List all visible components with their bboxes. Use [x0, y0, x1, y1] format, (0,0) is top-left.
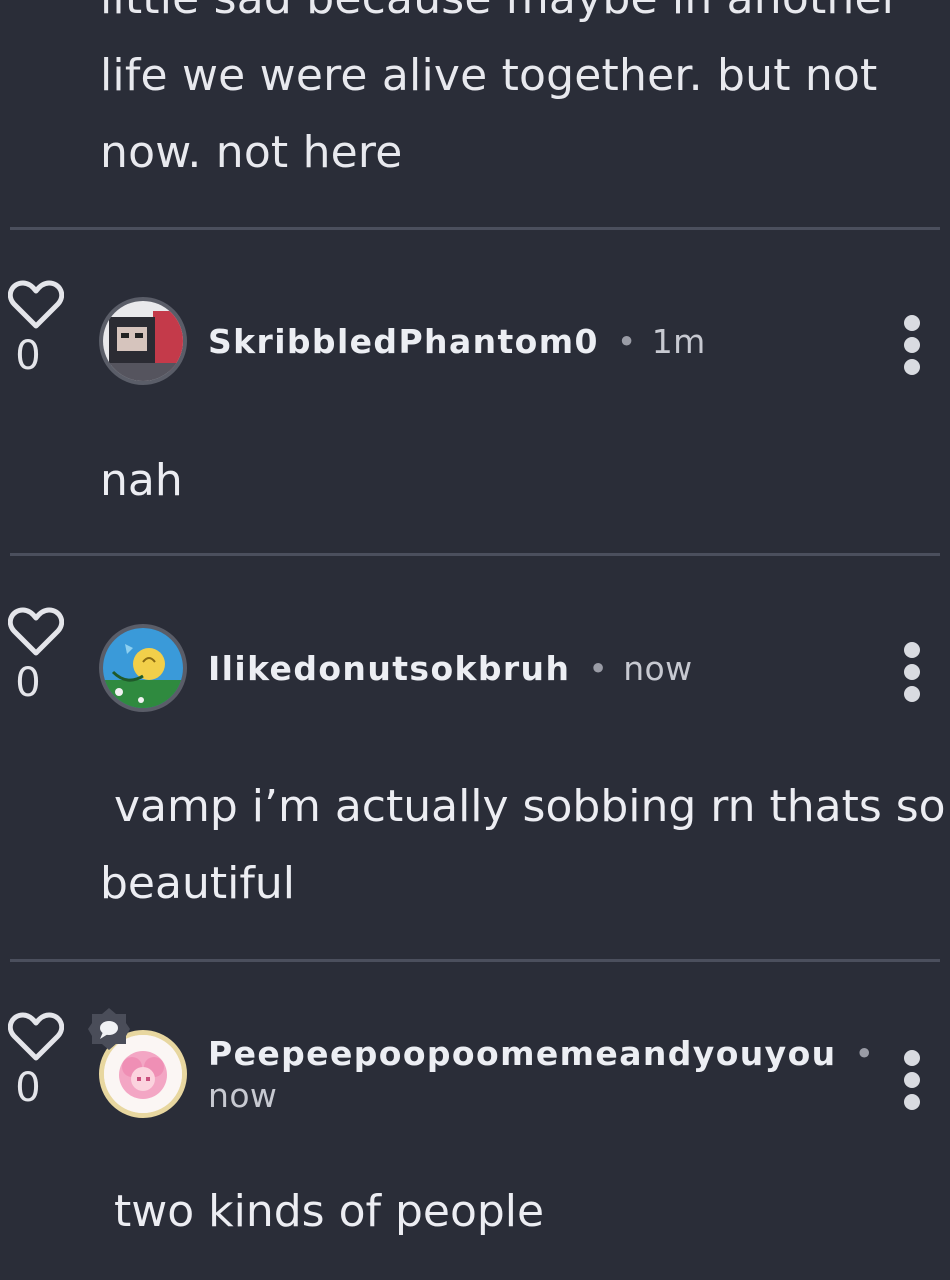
comment-text-line: nah — [100, 455, 183, 506]
user-avatar[interactable] — [99, 297, 187, 385]
more-vertical-icon[interactable] — [900, 315, 924, 381]
timestamp: now — [623, 649, 693, 688]
comment-divider — [10, 227, 940, 230]
comment-text-line: beautiful — [100, 858, 295, 909]
comment-body: two kinds of people — [100, 1173, 920, 1250]
comment-body: vamp i’m actually sobbing rn thats so be… — [100, 768, 946, 922]
vote-control: 0 — [8, 1012, 64, 1108]
username-link[interactable]: SkribbledPhantom0 — [208, 322, 599, 361]
comment-divider — [10, 959, 940, 962]
previous-comment-body: little sad because maybe in another life… — [100, 0, 900, 191]
comment-header: SkribbledPhantom0 • 1m — [208, 322, 706, 361]
username-link[interactable]: Peepeepoopoomemeandyouyou — [208, 1034, 837, 1073]
comment-divider — [10, 553, 940, 556]
vote-control: 0 — [8, 607, 64, 703]
user-avatar[interactable] — [99, 624, 187, 712]
vote-count: 0 — [15, 333, 41, 379]
chat-bubble-badge-icon — [86, 1006, 132, 1052]
more-vertical-icon[interactable] — [900, 1050, 924, 1116]
comment-header: Ilikedonutsokbruh • now — [208, 649, 693, 688]
comment-text-line: vamp i’m actually sobbing rn thats so — [100, 781, 946, 832]
vote-count: 0 — [15, 1065, 41, 1111]
comment-text-line: now. not here — [100, 127, 403, 178]
username-link[interactable]: Ilikedonutsokbruh — [208, 649, 570, 688]
comments-feed: little sad because maybe in another life… — [0, 0, 950, 1280]
heart-outline-icon[interactable] — [8, 280, 64, 330]
separator-dot: • — [588, 649, 610, 688]
separator-dot: • — [854, 1034, 876, 1073]
comment-text-line: two kinds of people — [100, 1186, 545, 1237]
heart-outline-icon[interactable] — [8, 1012, 64, 1062]
comment-header: Peepeepoopoomemeandyouyou • — [208, 1034, 889, 1073]
heart-outline-icon[interactable] — [8, 607, 64, 657]
more-vertical-icon[interactable] — [900, 642, 924, 708]
comment-text-line: life we were alive together. but not — [100, 50, 878, 101]
separator-dot: • — [616, 322, 638, 361]
timestamp: now — [208, 1076, 278, 1115]
comment-text-line: little sad because maybe in another — [100, 0, 900, 37]
vote-count: 0 — [15, 660, 41, 706]
comment-body: nah — [100, 442, 920, 519]
timestamp: 1m — [651, 322, 706, 361]
vote-control: 0 — [8, 280, 64, 376]
